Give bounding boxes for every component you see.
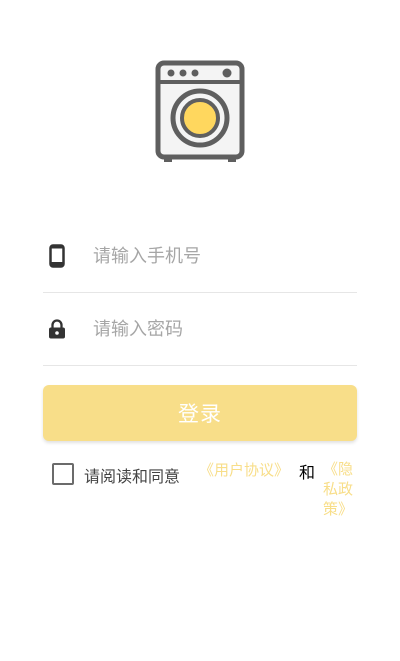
user-agreement-link[interactable]: 《用户协议》 <box>199 459 289 480</box>
agreement-checkbox[interactable] <box>52 463 74 485</box>
phone-input[interactable] <box>93 245 343 267</box>
and-text: 和 <box>299 463 316 482</box>
mobile-phone-icon <box>45 244 69 268</box>
agreement-text: 请阅读和同意 <box>84 467 181 486</box>
login-page: 登录 请阅读和同意 《用户协议》 和 《隐私政策》 <box>0 0 400 661</box>
privacy-policy-link[interactable]: 《隐私政策》 <box>318 459 358 519</box>
washing-machine-icon <box>155 60 245 165</box>
phone-field <box>43 220 357 293</box>
login-button[interactable]: 登录 <box>43 385 357 441</box>
lock-icon <box>45 317 69 341</box>
password-field <box>43 293 357 366</box>
password-input[interactable] <box>93 318 343 340</box>
